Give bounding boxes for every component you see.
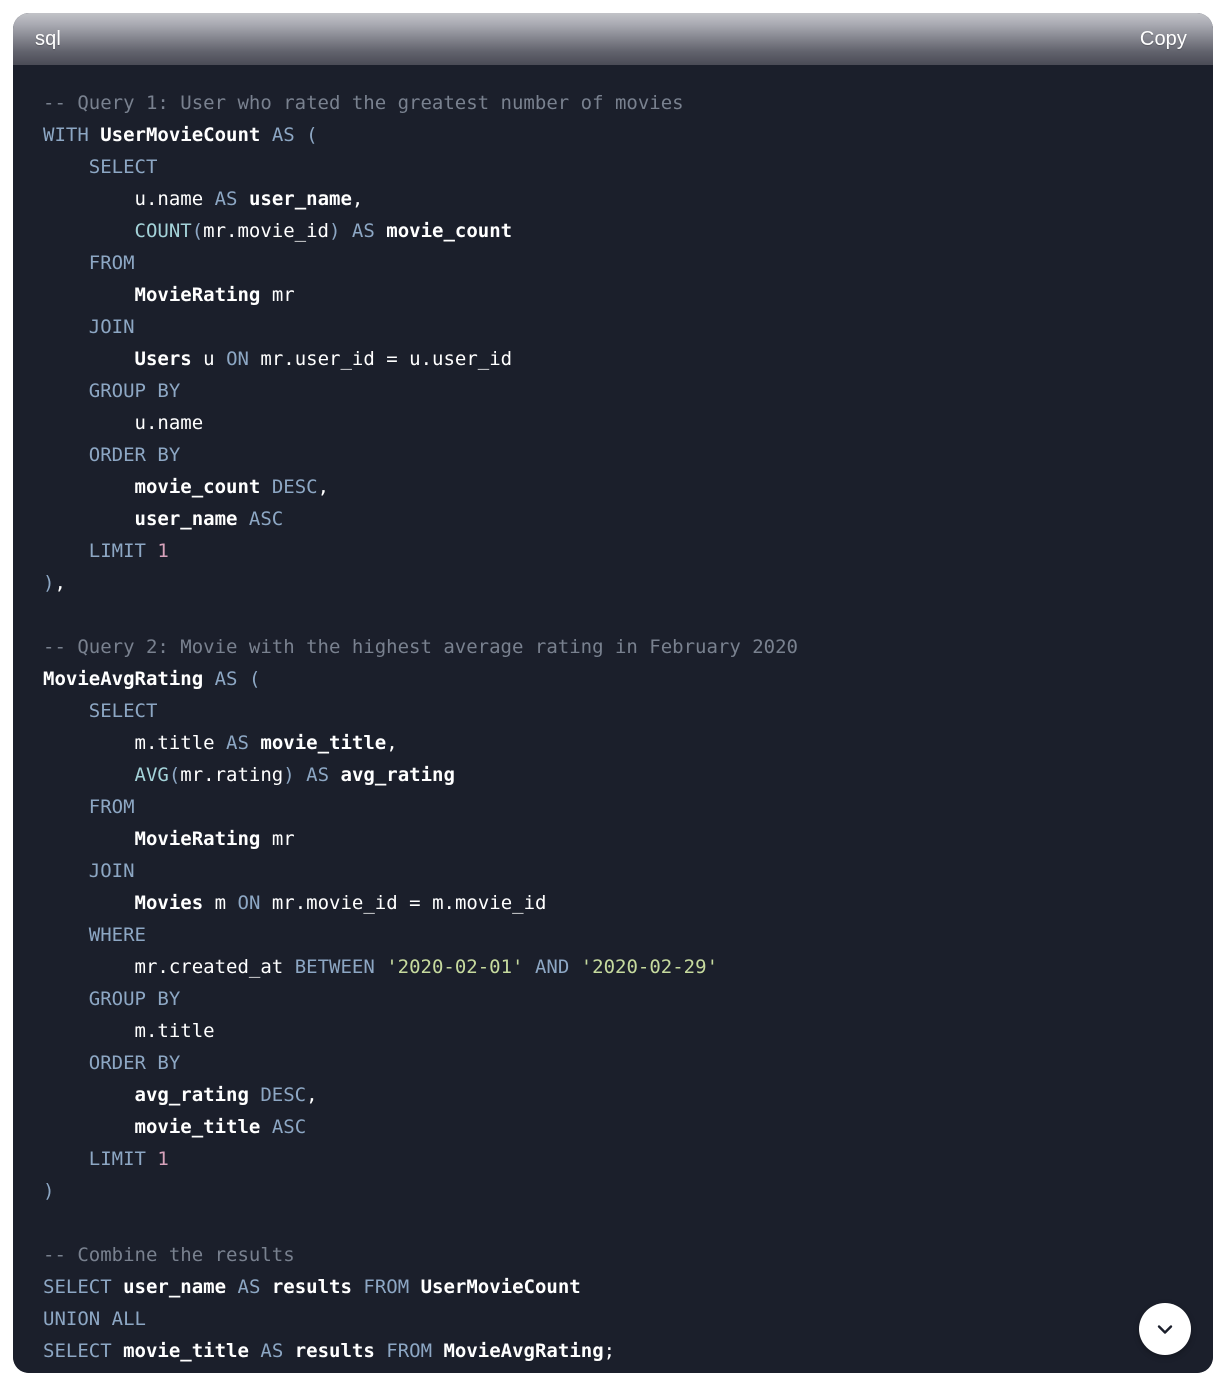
scroll-to-bottom-button[interactable]: [1139, 1303, 1191, 1355]
copy-button[interactable]: Copy: [1138, 27, 1189, 51]
sql-code-block: sql Copy -- Query 1: User who rated the …: [13, 13, 1213, 1373]
code-content-area: -- Query 1: User who rated the greatest …: [13, 65, 1213, 1373]
chevron-down-icon: [1153, 1317, 1177, 1341]
sql-source-code[interactable]: -- Query 1: User who rated the greatest …: [13, 87, 1213, 1367]
language-label: sql: [35, 28, 61, 50]
code-block-header: sql Copy: [13, 13, 1213, 65]
